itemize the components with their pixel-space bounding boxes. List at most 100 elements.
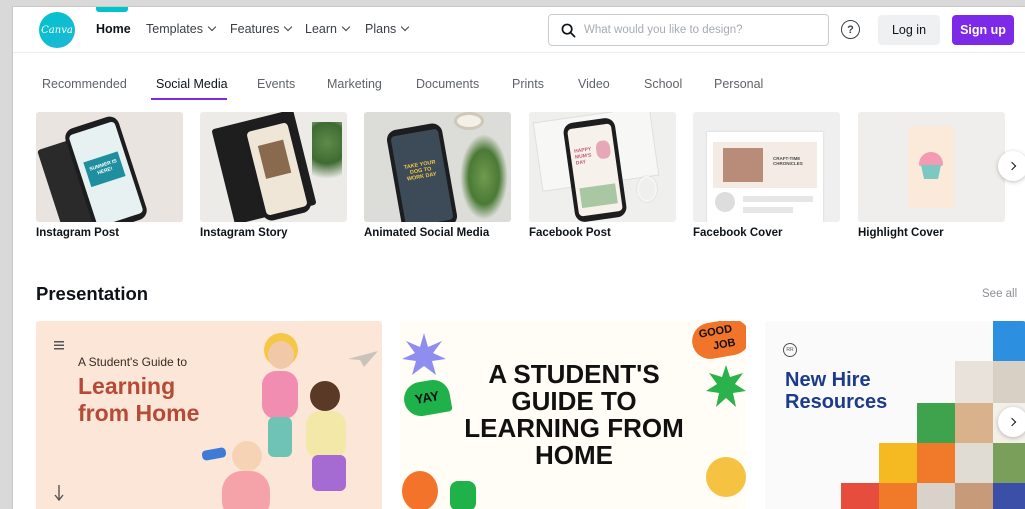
tab-social-media[interactable]: Social Media (156, 77, 228, 91)
nav-learn-label: Learn (305, 22, 337, 36)
template-label: Facebook Cover (693, 227, 783, 239)
active-tab-underline (151, 98, 227, 100)
tab-prints[interactable]: Prints (512, 77, 544, 91)
coffee-cup (454, 112, 484, 130)
template-label: Instagram Story (200, 227, 288, 239)
nav-plans[interactable]: Plans (365, 22, 410, 36)
nav-plans-label: Plans (365, 22, 397, 36)
character-face (268, 341, 294, 369)
template-animated-social-media[interactable]: TAKE YOUR DOG TO WORK DAY (364, 112, 511, 222)
section-title: Presentation (36, 283, 149, 304)
nav-features[interactable]: Features (230, 22, 293, 36)
template-facebook-cover[interactable]: CRAFT-TIME CHRONICLES (693, 112, 840, 222)
hamburger-icon (54, 341, 64, 350)
presentation-card-student-guide-bold[interactable]: A STUDENT'S GUIDE TO LEARNING FROM HOME … (400, 321, 746, 509)
template-instagram-post[interactable]: SUMMER IS HERE! (36, 112, 183, 222)
smiley-sticker (706, 457, 746, 497)
chevron-down-icon (284, 22, 293, 32)
cover-text: CRAFT-TIME CHRONICLES (773, 156, 803, 166)
nav-templates[interactable]: Templates (146, 22, 217, 36)
nav-features-label: Features (230, 22, 280, 36)
presentation-card-learning-from-home[interactable]: A Student's Guide to Learning from Home (36, 321, 382, 509)
see-all-link[interactable]: See all (982, 288, 1017, 300)
tab-recommended[interactable]: Recommended (42, 77, 127, 91)
presentation-next-button[interactable] (998, 407, 1025, 437)
canva-logo[interactable]: Canva (39, 12, 75, 48)
plant-leaves (312, 122, 342, 192)
color-block (917, 403, 955, 443)
help-icon[interactable]: ? (841, 20, 860, 39)
character2-body (306, 411, 346, 459)
photo-tile (917, 483, 955, 509)
templates-next-button[interactable] (998, 151, 1025, 181)
template-highlight-cover[interactable] (858, 112, 1005, 222)
presentation-card-new-hire-resources[interactable]: RR New Hire Resources (765, 321, 1025, 509)
flowers-image (595, 139, 612, 160)
home-active-indicator (96, 7, 128, 12)
green-sticker (450, 481, 476, 509)
thumbs-up-sticker (706, 365, 746, 407)
color-block (879, 443, 917, 483)
character3-body (222, 471, 270, 509)
color-block (841, 483, 879, 509)
phone-screen: HAPPY MUM'S DAY (567, 123, 623, 217)
card-headline: A STUDENT'S GUIDE TO LEARNING FROM HOME (464, 359, 684, 470)
highlight-card (908, 126, 954, 208)
help-symbol: ? (847, 23, 854, 36)
tab-marketing[interactable]: Marketing (327, 77, 382, 91)
chevron-right-icon (1007, 417, 1016, 427)
tab-documents[interactable]: Documents (416, 77, 479, 91)
nav-home[interactable]: Home (96, 22, 131, 36)
good-job-sticker: GOOD JOB (689, 321, 746, 362)
template-label: Facebook Post (529, 227, 611, 239)
search-box[interactable] (548, 14, 829, 46)
photo-tile (955, 403, 995, 443)
nav-home-label: Home (96, 22, 131, 36)
phone-screen: TAKE YOUR DOG TO WORK DAY (390, 128, 454, 222)
card-title-line1: New Hire (785, 369, 871, 391)
tab-video[interactable]: Video (578, 77, 610, 91)
photo-tile (955, 483, 995, 509)
hand-sticker (402, 471, 438, 509)
color-block (879, 483, 917, 509)
card-subtitle: A Student's Guide to (78, 355, 188, 369)
placeholder-bar (743, 196, 813, 202)
character2-legs (312, 455, 346, 491)
search-input[interactable] (584, 24, 804, 36)
search-icon (561, 23, 576, 37)
chevron-down-icon (401, 22, 410, 32)
arrow-down-icon (54, 485, 64, 501)
template-facebook-post[interactable]: HAPPY MUM'S DAY (529, 112, 676, 222)
photo-tile (917, 443, 955, 483)
signup-button[interactable]: Sign up (952, 15, 1014, 45)
card-title-line2: from Home (78, 400, 200, 426)
character3-head (232, 441, 262, 471)
placeholder-bar (743, 207, 793, 213)
cupcake-icon (921, 165, 941, 179)
screen-photo (257, 139, 292, 179)
cupcake-top (919, 152, 943, 166)
canva-window: Canva Home Templates Features Learn Plan… (12, 6, 1025, 509)
character-legs (268, 417, 292, 457)
tab-events[interactable]: Events (257, 77, 295, 91)
photo-tile (993, 361, 1025, 403)
nav-learn[interactable]: Learn (305, 22, 351, 36)
character2-head (310, 381, 340, 411)
fb-page-mock: CRAFT-TIME CHRONICLES (707, 132, 823, 222)
login-button[interactable]: Log in (878, 15, 940, 45)
template-label: Instagram Post (36, 227, 120, 239)
color-block (993, 483, 1025, 509)
card-title-line2: Resources (785, 391, 888, 413)
paper-plane (348, 351, 378, 367)
cover-photo (723, 148, 763, 182)
burst-sticker (402, 333, 446, 375)
tab-personal[interactable]: Personal (714, 77, 763, 91)
character-body (262, 371, 298, 419)
template-instagram-story[interactable] (200, 112, 347, 222)
yay-sticker: YAY (401, 377, 453, 419)
card-title-line1: Learning (78, 373, 176, 399)
tab-school[interactable]: School (644, 77, 682, 91)
photo-tile (993, 443, 1025, 483)
screen-text: SUMMER IS HERE! (83, 151, 126, 188)
rr-badge: RR (783, 343, 797, 357)
